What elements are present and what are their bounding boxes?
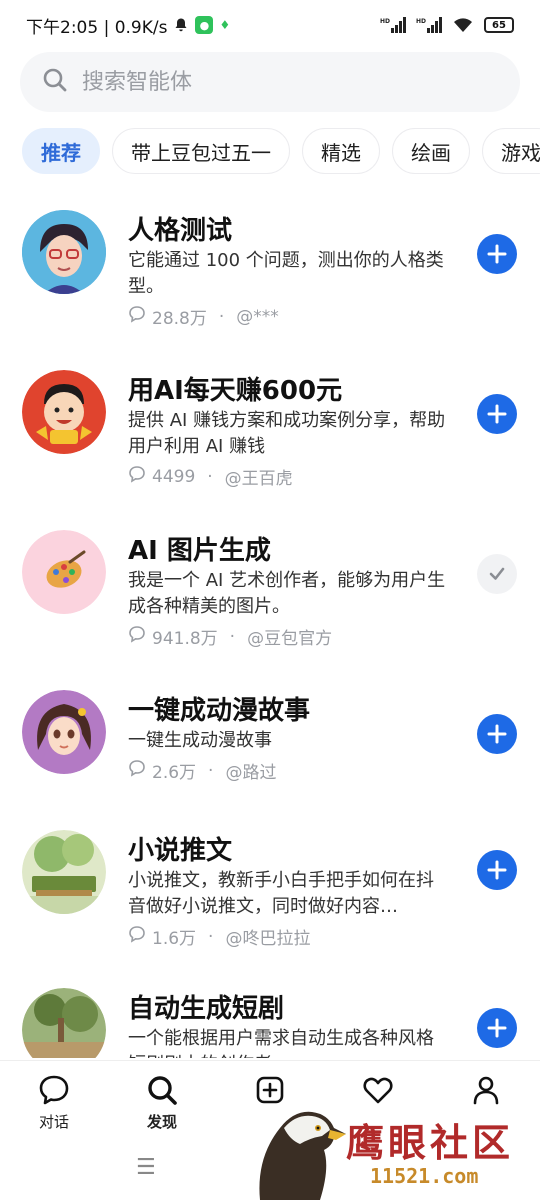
add-agent-button[interactable]: [477, 714, 517, 754]
agent-title: 人格测试: [128, 216, 233, 246]
agent-meta: 28.8万 · @***: [128, 304, 279, 329]
search-icon: [42, 67, 82, 97]
chat-count: 28.8万: [152, 309, 207, 329]
search-bar[interactable]: [20, 52, 520, 112]
status-right: HD HD 65: [380, 16, 514, 34]
agent-description: 提供 AI 赚钱方案和成功案例分享，帮助用户利用 AI 赚钱: [128, 410, 446, 457]
add-agent-button[interactable]: [477, 850, 517, 890]
nav-chat-label: 对话: [38, 1113, 69, 1131]
agent-author: @豆包官方: [247, 629, 333, 649]
agent-title: AI 图片生成: [128, 536, 271, 566]
agent-meta: 941.8万 · @豆包官方: [128, 624, 332, 649]
category-tabs-container: 推荐 带上豆包过五一 精选 绘画 游戏: [0, 120, 540, 180]
agent-description: 小说推文，教新手小白手把手如何在抖音做好小说推文，同时做好内容…: [128, 870, 434, 917]
agent-item-earn-600[interactable]: 用AI每天赚600元 提供 AI 赚钱方案和成功案例分享，帮助用户利用 AI 赚…: [0, 356, 540, 516]
svg-text:HD: HD: [380, 18, 390, 25]
tab-labor-day[interactable]: 带上豆包过五一: [112, 128, 290, 174]
watermark: 鹰眼社区 11521.com: [250, 1098, 540, 1200]
agent-author: @***: [236, 306, 279, 327]
comment-icon: [128, 305, 146, 328]
tab-games[interactable]: 游戏: [482, 128, 540, 174]
avatar: [22, 988, 106, 1058]
chat-count: 941.8万: [152, 629, 218, 649]
tab-featured[interactable]: 精选: [302, 128, 380, 174]
agent-item-novel-promo[interactable]: 小说推文 小说推文，教新手小白手把手如何在抖音做好小说推文，同时做好内容… 1.…: [0, 830, 540, 990]
agent-author: @路过: [225, 763, 277, 783]
add-agent-button[interactable]: [477, 394, 517, 434]
agent-description: 它能通过 100 个问题，测出你的人格类型。: [128, 250, 444, 297]
plus-icon: [487, 404, 507, 424]
watermark-title: 鹰眼社区: [346, 1120, 515, 1165]
tab-recommend[interactable]: 推荐: [22, 128, 100, 174]
app-status-icon: ♦: [219, 18, 231, 32]
bell-icon: [173, 17, 189, 33]
agent-meta: 1.6万 · @咚巴拉拉: [128, 924, 310, 949]
comment-icon: [128, 625, 146, 648]
agent-meta: 4499 · @王百虎: [128, 464, 293, 489]
add-agent-button[interactable]: [477, 1008, 517, 1048]
agent-title: 自动生成短剧: [128, 994, 285, 1024]
meta-separator: ·: [218, 306, 225, 327]
status-left: 下午2:05 | 0.9K/s ● ♦: [26, 13, 230, 38]
comment-icon: [128, 759, 146, 782]
discover-search-icon: [148, 1076, 177, 1105]
agent-title: 小说推文: [128, 836, 233, 866]
agent-author: @咚巴拉拉: [225, 929, 311, 949]
signal-hd-1-icon: HD: [380, 16, 406, 34]
plus-icon: [487, 244, 507, 264]
status-time-speed: 下午2:05 | 0.9K/s: [26, 17, 168, 38]
avatar: [22, 210, 106, 294]
agent-item-short-drama[interactable]: 自动生成短剧 一个能根据用户需求自动生成各种风格短剧剧本的创作者: [0, 988, 540, 1058]
comment-icon: [128, 465, 146, 488]
add-agent-button[interactable]: [477, 234, 517, 274]
agent-description: 一个能根据用户需求自动生成各种风格短剧剧本的创作者: [128, 1028, 434, 1058]
category-tabs: 推荐 带上豆包过五一 精选 绘画 游戏: [22, 128, 540, 174]
chat-count: 1.6万: [152, 929, 197, 949]
chat-count: 2.6万: [152, 763, 197, 783]
wifi-icon: [452, 16, 474, 34]
plus-icon: [487, 860, 507, 880]
avatar: [22, 690, 106, 774]
search-input[interactable]: [82, 69, 462, 95]
agent-meta: 2.6万 · @路过: [128, 758, 276, 783]
chat-bubble-icon: [39, 1075, 69, 1105]
nav-discover[interactable]: 发现: [117, 1073, 207, 1132]
battery-icon: 65: [484, 17, 514, 33]
meta-separator: ·: [207, 466, 213, 487]
nav-discover-label: 发现: [146, 1113, 177, 1131]
agent-item-anime-story[interactable]: 一键成动漫故事 一键生成动漫故事 2.6万 · @路过: [0, 676, 540, 836]
status-bar: 下午2:05 | 0.9K/s ● ♦ HD HD 65: [0, 0, 540, 50]
agent-item-personality-test[interactable]: 人格测试 它能通过 100 个问题，测出你的人格类型。 28.8万 · @***: [0, 196, 540, 356]
meta-separator: ·: [229, 626, 236, 647]
agent-title: 用AI每天赚600元: [128, 376, 343, 406]
plus-icon: [487, 1018, 507, 1038]
eagle-logo-icon: [259, 1111, 346, 1200]
chat-count: 4499: [152, 466, 196, 487]
agent-list: 人格测试 它能通过 100 个问题，测出你的人格类型。 28.8万 · @***…: [0, 196, 540, 1058]
agent-description: 我是一个 AI 艺术创作者，能够为用户生成各种精美的图片。: [128, 570, 446, 617]
signal-hd-2-icon: HD: [416, 16, 442, 34]
checkmark-icon: [489, 567, 505, 580]
meta-separator: ·: [208, 926, 214, 947]
added-agent-button[interactable]: [477, 554, 517, 594]
watermark-url: 11521.com: [370, 1164, 479, 1188]
battery-level: 65: [492, 19, 506, 31]
agent-title: 一键成动漫故事: [128, 696, 311, 726]
agent-description: 一键生成动漫故事: [128, 730, 272, 751]
wechat-icon: ●: [195, 16, 214, 34]
meta-separator: ·: [208, 760, 214, 781]
comment-icon: [128, 925, 146, 948]
nav-chat[interactable]: 对话: [9, 1073, 99, 1132]
menu-icon[interactable]: ☰: [136, 1155, 156, 1180]
svg-text:HD: HD: [416, 18, 426, 25]
agent-item-ai-image[interactable]: AI 图片生成 我是一个 AI 艺术创作者，能够为用户生成各种精美的图片。 94…: [0, 516, 540, 676]
avatar: [22, 370, 106, 454]
avatar: [22, 530, 106, 614]
avatar: [22, 830, 106, 914]
agent-author: @王百虎: [224, 469, 293, 489]
tab-painting[interactable]: 绘画: [392, 128, 470, 174]
plus-icon: [487, 724, 507, 744]
